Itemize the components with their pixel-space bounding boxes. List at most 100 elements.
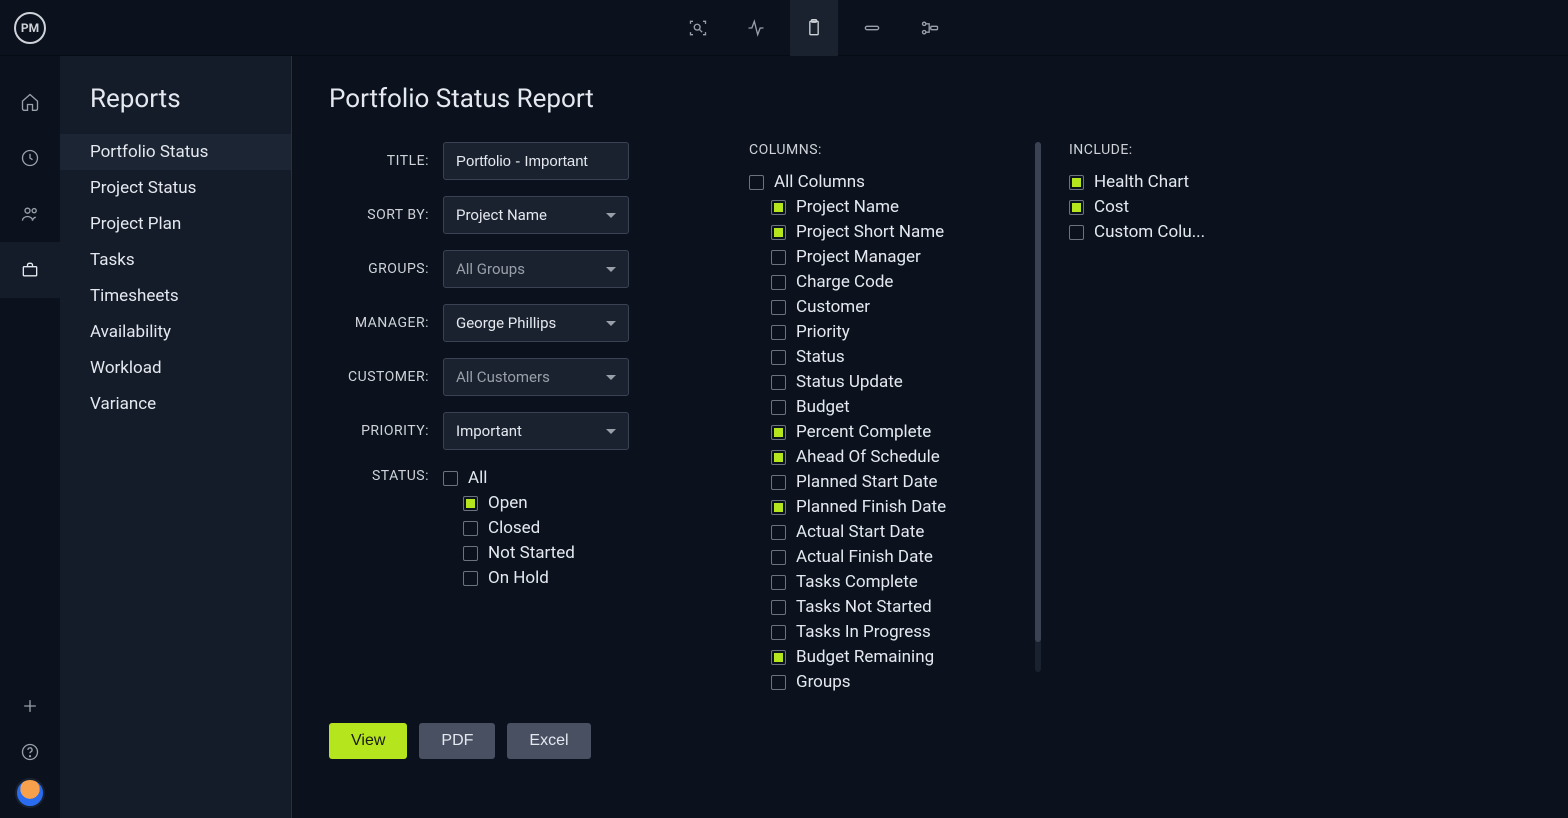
priority-select[interactable]: Important — [443, 412, 629, 450]
sidebar-item-timesheets[interactable]: Timesheets — [60, 278, 292, 314]
pdf-button[interactable]: PDF — [419, 723, 495, 759]
scrollbar-thumb[interactable] — [1035, 142, 1041, 642]
include-option-cost[interactable]: Cost — [1069, 197, 1259, 217]
column-option-planned-start-date[interactable]: Planned Start Date — [749, 472, 999, 492]
nav-rail — [0, 56, 60, 818]
status-option-all[interactable]: All — [443, 468, 575, 488]
include-heading: INCLUDE: — [1069, 142, 1259, 158]
checkbox-icon — [771, 325, 786, 340]
groups-select[interactable]: All Groups — [443, 250, 629, 288]
column-option-budget[interactable]: Budget — [749, 397, 999, 417]
checkbox-label: Tasks Complete — [796, 572, 918, 592]
sidebar-divider — [291, 56, 292, 818]
manager-value: George Phillips — [456, 314, 556, 332]
sidebar-item-workload[interactable]: Workload — [60, 350, 292, 386]
column-option-tasks-not-started[interactable]: Tasks Not Started — [749, 597, 999, 617]
title-field[interactable] — [456, 153, 616, 170]
checkbox-icon — [771, 600, 786, 615]
excel-button[interactable]: Excel — [507, 723, 590, 759]
checkbox-label: Charge Code — [796, 272, 893, 292]
status-option-closed[interactable]: Closed — [443, 518, 575, 538]
checkbox-label: Project Short Name — [796, 222, 944, 242]
sidebar-item-project-status[interactable]: Project Status — [60, 170, 292, 206]
column-option-groups[interactable]: Groups — [749, 672, 999, 692]
column-option-ahead-of-schedule[interactable]: Ahead Of Schedule — [749, 447, 999, 467]
column-option-project-manager[interactable]: Project Manager — [749, 247, 999, 267]
checkbox-icon — [771, 525, 786, 540]
sort-select[interactable]: Project Name — [443, 196, 629, 234]
include-section: INCLUDE: Health Chart Cost Custom Colu... — [1069, 142, 1259, 247]
checkbox-label: Planned Start Date — [796, 472, 938, 492]
flow-icon[interactable] — [906, 0, 954, 56]
checkbox-label: Percent Complete — [796, 422, 931, 442]
title-input[interactable] — [443, 142, 629, 180]
checkbox-label: On Hold — [488, 568, 549, 588]
column-option-percent-complete[interactable]: Percent Complete — [749, 422, 999, 442]
column-option-priority[interactable]: Priority — [749, 322, 999, 342]
sidebar-item-project-plan[interactable]: Project Plan — [60, 206, 292, 242]
app-logo[interactable]: PM — [0, 12, 60, 44]
home-icon[interactable] — [0, 74, 60, 130]
include-option-health-chart[interactable]: Health Chart — [1069, 172, 1259, 192]
sidebar-title: Reports — [60, 84, 292, 134]
chevron-down-icon — [606, 213, 616, 218]
sidebar-item-portfolio-status[interactable]: Portfolio Status — [60, 134, 292, 170]
help-icon[interactable] — [0, 732, 60, 772]
scrollbar-track[interactable] — [1035, 142, 1041, 672]
checkbox-icon — [1069, 175, 1084, 190]
search-scan-icon[interactable] — [674, 0, 722, 56]
view-button[interactable]: View — [329, 723, 407, 759]
checkbox-label: Project Manager — [796, 247, 921, 267]
column-option-project-name[interactable]: Project Name — [749, 197, 999, 217]
include-option-custom-colu-[interactable]: Custom Colu... — [1069, 222, 1259, 242]
chevron-down-icon — [606, 429, 616, 434]
status-option-not-started[interactable]: Not Started — [443, 543, 575, 563]
column-option-charge-code[interactable]: Charge Code — [749, 272, 999, 292]
column-option-status-update[interactable]: Status Update — [749, 372, 999, 392]
status-options: All Open Closed Not Started On Hold — [443, 466, 575, 593]
action-buttons: View PDF Excel — [329, 723, 709, 759]
plus-icon[interactable] — [0, 686, 60, 726]
column-option-project-short-name[interactable]: Project Short Name — [749, 222, 999, 242]
column-option-actual-start-date[interactable]: Actual Start Date — [749, 522, 999, 542]
status-option-on-hold[interactable]: On Hold — [443, 568, 575, 588]
column-option-tasks-complete[interactable]: Tasks Complete — [749, 572, 999, 592]
link-icon[interactable] — [848, 0, 896, 56]
checkbox-label: Status Update — [796, 372, 903, 392]
sidebar-item-variance[interactable]: Variance — [60, 386, 292, 422]
user-avatar[interactable] — [15, 778, 45, 808]
chevron-down-icon — [606, 321, 616, 326]
priority-label: PRIORITY: — [329, 423, 443, 439]
checkbox-icon — [463, 546, 478, 561]
columns-section: COLUMNS: All Columns Project NameProject… — [749, 142, 1029, 697]
all-columns-option[interactable]: All Columns — [749, 172, 999, 192]
sidebar-item-availability[interactable]: Availability — [60, 314, 292, 350]
clipboard-icon[interactable] — [790, 0, 838, 56]
checkbox-icon — [771, 300, 786, 315]
sidebar-item-tasks[interactable]: Tasks — [60, 242, 292, 278]
checkbox-label: Actual Start Date — [796, 522, 924, 542]
checkbox-label: Customer — [796, 297, 870, 317]
column-option-budget-remaining[interactable]: Budget Remaining — [749, 647, 999, 667]
people-icon[interactable] — [0, 186, 60, 242]
groups-label: GROUPS: — [329, 261, 443, 277]
chevron-down-icon — [606, 267, 616, 272]
customer-select[interactable]: All Customers — [443, 358, 629, 396]
checkbox-icon — [1069, 225, 1084, 240]
column-option-status[interactable]: Status — [749, 347, 999, 367]
column-option-customer[interactable]: Customer — [749, 297, 999, 317]
sort-label: SORT BY: — [329, 207, 443, 223]
column-option-planned-finish-date[interactable]: Planned Finish Date — [749, 497, 999, 517]
briefcase-icon[interactable] — [0, 242, 60, 298]
content-area: Portfolio Status Report TITLE: SORT BY: … — [293, 56, 1568, 818]
clock-icon[interactable] — [0, 130, 60, 186]
checkbox-label: Ahead Of Schedule — [796, 447, 940, 467]
column-option-actual-finish-date[interactable]: Actual Finish Date — [749, 547, 999, 567]
status-option-open[interactable]: Open — [443, 493, 575, 513]
checkbox-label: Open — [488, 493, 528, 513]
column-option-tasks-in-progress[interactable]: Tasks In Progress — [749, 622, 999, 642]
checkbox-icon — [771, 250, 786, 265]
manager-select[interactable]: George Phillips — [443, 304, 629, 342]
activity-icon[interactable] — [732, 0, 780, 56]
manager-label: MANAGER: — [329, 315, 443, 331]
